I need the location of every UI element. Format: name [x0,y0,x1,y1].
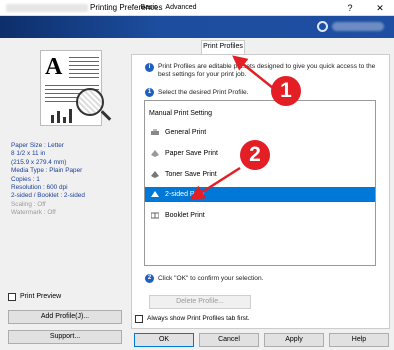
annotation-arrow-2 [189,166,241,201]
annotation-badge-2: 2 [240,140,270,170]
annotation-badge-1: 1 [271,76,301,106]
annotation-arrows [189,55,274,201]
annotation-arrow-1 [232,55,274,89]
